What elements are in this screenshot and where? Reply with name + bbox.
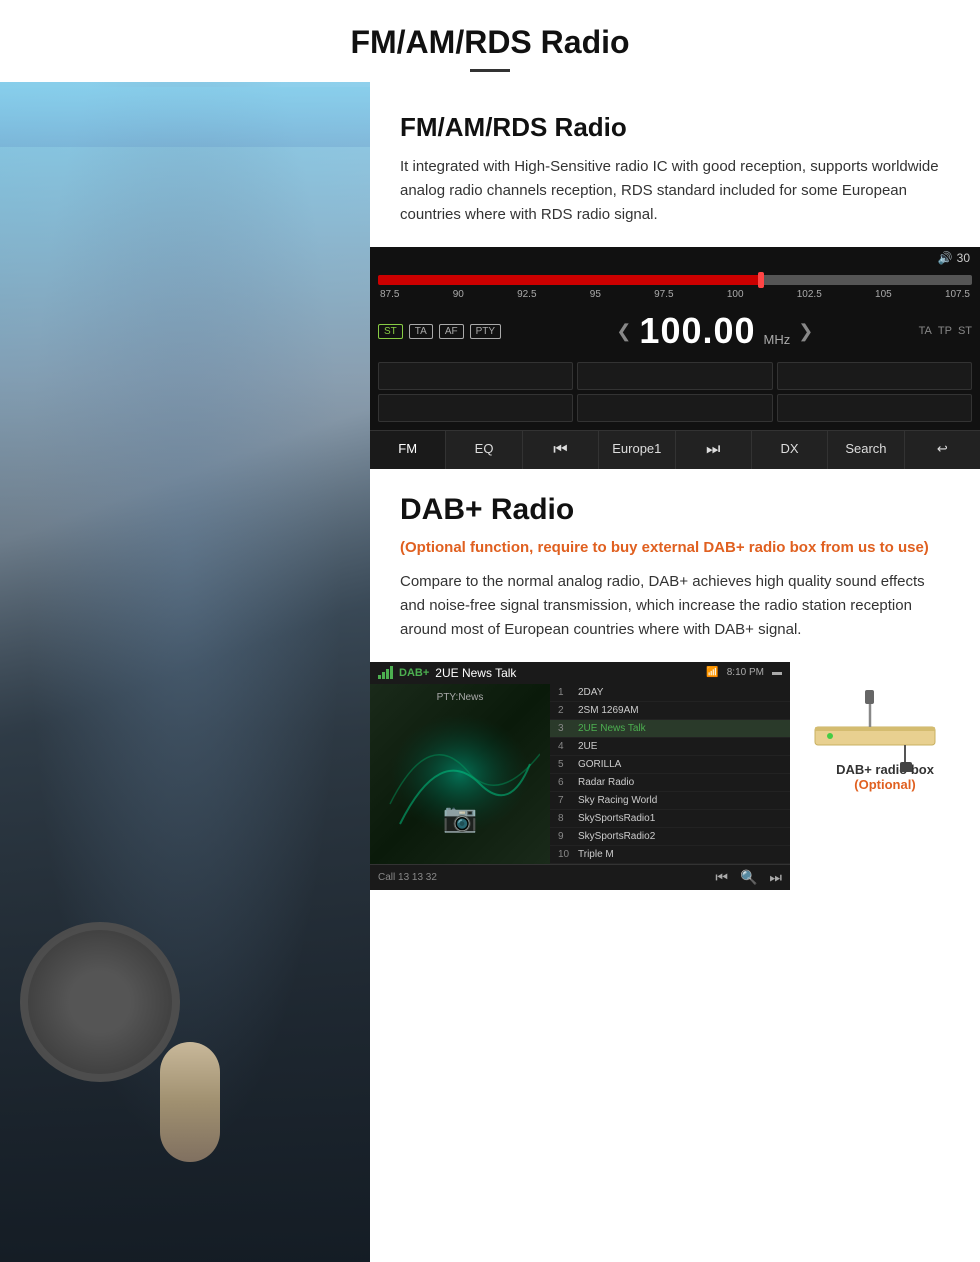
signal-bar-3 <box>386 669 389 679</box>
volume-value: 30 <box>957 251 970 265</box>
dab-controls: ⏮ 🔍 ⏭ <box>715 869 782 886</box>
dab-header-right: 📶 8:10 PM ▬ <box>706 667 782 678</box>
dab-station-1[interactable]: 1 2DAY <box>550 684 790 702</box>
car-background <box>0 82 370 1262</box>
radio-bottom-bar: FM EQ ⏮ Europe1 ⏭ DX Search ↩ <box>370 430 980 469</box>
dab-box-optional: (Optional) <box>854 777 915 792</box>
freq-next-button[interactable]: ❯ <box>798 321 813 342</box>
dab-station-5[interactable]: 5 GORILLA <box>550 756 790 774</box>
dab-artwork: PTY:News 📷 <box>370 684 550 864</box>
wifi-icon: 📶 <box>706 667 718 678</box>
dab-station-2[interactable]: 2 2SM 1269AM <box>550 702 790 720</box>
dab-station-9[interactable]: 9 SkySportsRadio2 <box>550 828 790 846</box>
dab-main: PTY:News 📷 <box>370 684 790 864</box>
header-divider <box>470 69 510 72</box>
badge-pty[interactable]: PTY <box>470 324 501 339</box>
prev-button[interactable]: ⏮ <box>523 431 599 469</box>
freq-bar <box>378 275 972 285</box>
freq-thumb <box>758 272 764 288</box>
dab-station-list: 1 2DAY 2 2SM 1269AM 3 2UE News Talk 4 <box>550 684 790 864</box>
battery-icon: ▬ <box>772 667 782 678</box>
next-button[interactable]: ⏭ <box>676 431 752 469</box>
dab-call-sign: Call 13 13 32 <box>378 872 437 883</box>
dab-box-area: DAB+ radio box (Optional) <box>790 662 975 802</box>
radio-right-badges: TA TP ST <box>919 325 972 337</box>
page-header: FM/AM/RDS Radio <box>0 0 980 82</box>
steering-wheel <box>20 922 180 1082</box>
eq-button[interactable]: EQ <box>446 431 522 469</box>
dab-station-4[interactable]: 4 2UE <box>550 738 790 756</box>
radio-controls-row: ST TA AF PTY ❮ 100.00 MHz ❯ TA TP ST <box>370 304 980 358</box>
signal-bar-2 <box>382 672 385 679</box>
radio-header: 🔊 30 <box>370 247 980 269</box>
dab-station-8[interactable]: 8 SkySportsRadio1 <box>550 810 790 828</box>
fm-section-description: It integrated with High-Sensitive radio … <box>400 155 950 227</box>
dab-station-6[interactable]: 6 Radar Radio <box>550 774 790 792</box>
camera-icon: 📷 <box>443 801 478 834</box>
dab-label: DAB+ <box>399 667 429 679</box>
dab-station-3[interactable]: 3 2UE News Talk <box>550 720 790 738</box>
dab-station-name: 2UE News Talk <box>435 666 516 680</box>
main-content: FM/AM/RDS Radio It integrated with High-… <box>0 82 980 1262</box>
freq-labels: 87.5 90 92.5 95 97.5 100 102.5 105 107.5 <box>378 289 972 300</box>
dab-section-description: Compare to the normal analog radio, DAB+… <box>400 570 950 642</box>
gear-shift <box>160 1042 220 1162</box>
dx-button[interactable]: DX <box>752 431 828 469</box>
dab-footer: Call 13 13 32 ⏮ 🔍 ⏭ <box>370 864 790 890</box>
dab-time: 8:10 PM <box>727 667 764 678</box>
radio-ui-mockup: 🔊 30 87.5 90 92.5 95 97.5 100 102.5 105 … <box>370 247 980 469</box>
freq-unit: MHz <box>764 332 791 347</box>
dab-header: DAB+ 2UE News Talk 📶 8:10 PM ▬ <box>370 662 790 684</box>
badge-af[interactable]: AF <box>439 324 464 339</box>
dab-next-button[interactable]: ⏭ <box>769 869 782 886</box>
preset-btn-1[interactable] <box>378 362 573 390</box>
dashboard-top <box>0 87 370 147</box>
freq-prev-button[interactable]: ❮ <box>616 321 631 342</box>
preset-btn-4[interactable] <box>378 394 573 422</box>
signal-bar-1 <box>378 675 381 679</box>
dab-station-10[interactable]: 10 Triple M <box>550 846 790 864</box>
preset-area <box>370 358 980 430</box>
pty-label: PTY:News <box>437 692 484 703</box>
volume-icon: 🔊 <box>938 251 953 265</box>
back-button[interactable]: ↩ <box>905 431 980 469</box>
europe1-button[interactable]: Europe1 <box>599 431 675 469</box>
fm-button[interactable]: FM <box>370 431 446 469</box>
dab-section-title: DAB+ Radio <box>400 493 950 527</box>
signal-bar-4 <box>390 666 393 679</box>
search-button[interactable]: Search <box>828 431 904 469</box>
signal-bars <box>378 666 393 679</box>
dab-ui-mockup: DAB+ 2UE News Talk 📶 8:10 PM ▬ PTY:News <box>370 662 790 890</box>
dab-section: DAB+ Radio (Optional function, require t… <box>370 469 980 662</box>
dab-station-7[interactable]: 7 Sky Racing World <box>550 792 790 810</box>
page-title: FM/AM/RDS Radio <box>0 24 980 61</box>
preset-btn-2[interactable] <box>577 362 772 390</box>
fm-section: FM/AM/RDS Radio It integrated with High-… <box>370 82 980 247</box>
dab-bottom-area: DAB+ 2UE News Talk 📶 8:10 PM ▬ PTY:News <box>370 662 980 910</box>
dab-box-svg <box>805 672 965 772</box>
preset-btn-6[interactable] <box>777 394 972 422</box>
radio-badges: ST TA AF PTY <box>378 324 501 339</box>
dab-search-button[interactable]: 🔍 <box>740 869 757 886</box>
right-panel: FM/AM/RDS Radio It integrated with High-… <box>370 82 980 1262</box>
dab-optional-text: (Optional function, require to buy exter… <box>400 537 950 560</box>
preset-btn-5[interactable] <box>577 394 772 422</box>
fm-section-title: FM/AM/RDS Radio <box>400 112 950 143</box>
freq-slider-container: 87.5 90 92.5 95 97.5 100 102.5 105 107.5 <box>370 269 980 304</box>
dab-header-left: DAB+ 2UE News Talk <box>378 666 516 680</box>
badge-ta[interactable]: TA <box>409 324 433 339</box>
badge-st[interactable]: ST <box>378 324 403 339</box>
freq-number: 100.00 <box>639 310 755 352</box>
dab-box-image <box>805 672 965 752</box>
dab-prev-button[interactable]: ⏮ <box>715 869 728 886</box>
preset-btn-3[interactable] <box>777 362 972 390</box>
freq-display: ❮ 100.00 MHz ❯ <box>511 310 919 352</box>
